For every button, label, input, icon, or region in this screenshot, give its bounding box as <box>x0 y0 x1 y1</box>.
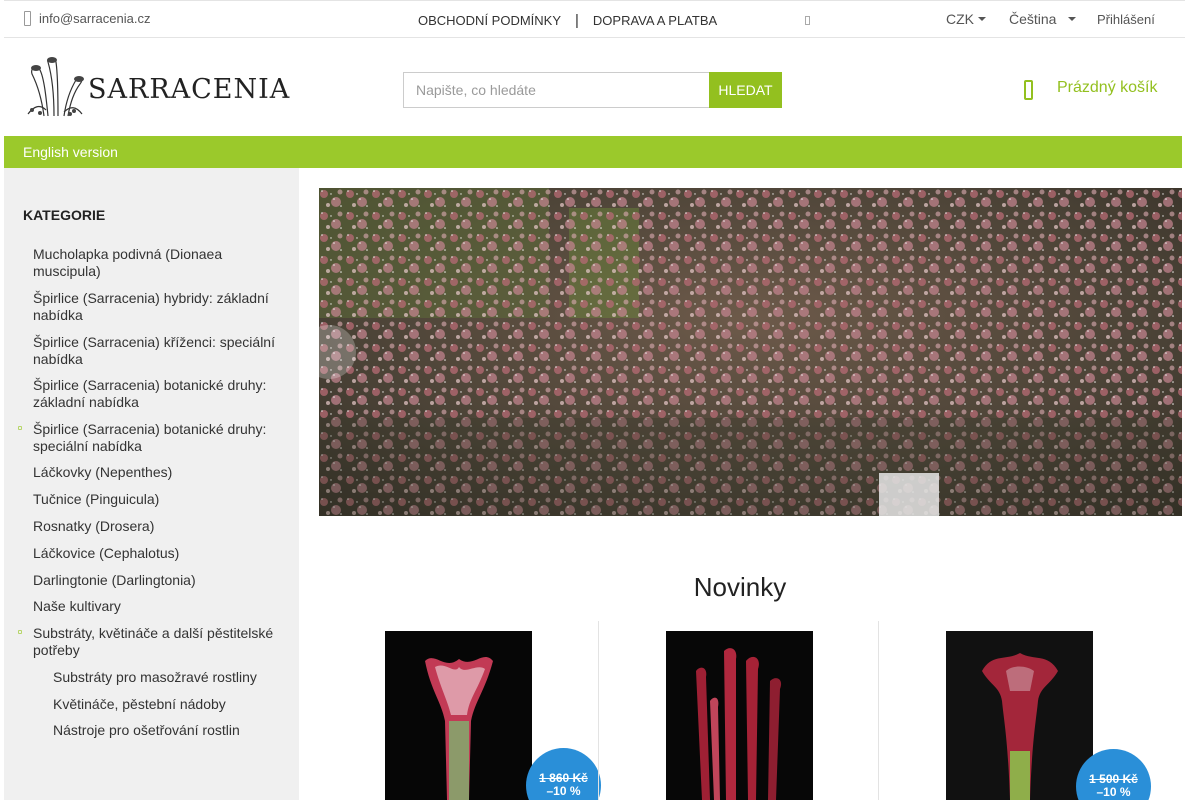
cart-link[interactable]: Prázdný košík <box>1024 79 1158 100</box>
subcategory-item[interactable]: Substráty pro masožravé rostliny <box>53 669 303 686</box>
brand-name: SARRACENIA <box>88 73 291 105</box>
slider-prev-button[interactable] <box>302 325 356 379</box>
language-bar: English version <box>4 136 1182 168</box>
category-item[interactable]: Láčkovky (Nepenthes) <box>33 464 283 481</box>
category-heading: KATEGORIE <box>23 207 106 223</box>
shipping-link[interactable]: DOPRAVA A PLATBA <box>593 13 717 28</box>
discount-badge: 1 860 Kč –10 % <box>526 748 601 800</box>
category-item[interactable]: Špirlice (Sarracenia) botanické druhy: s… <box>33 421 283 455</box>
language-dropdown[interactable]: Čeština <box>1009 11 1077 27</box>
email-text: info@sarracenia.cz <box>39 11 151 26</box>
top-bar: info@sarracenia.cz OBCHODNÍ PODMÍNKY | D… <box>4 0 1185 38</box>
category-item[interactable]: Darlingtonie (Darlingtonia) <box>33 572 283 589</box>
english-version-link[interactable]: English version <box>23 144 118 160</box>
product-card[interactable]: 1 860 Kč –10 % <box>318 621 601 800</box>
contact-icon[interactable] <box>805 16 810 25</box>
logo[interactable]: SARRACENIA <box>24 55 296 119</box>
expand-marker-icon <box>18 426 22 430</box>
category-item[interactable]: Rosnatky (Drosera) <box>33 518 283 535</box>
login-link[interactable]: Přihlášení <box>1097 12 1155 27</box>
language-value: Čeština <box>1009 11 1057 27</box>
chevron-down-icon <box>978 17 986 21</box>
currency-value: CZK <box>946 11 974 27</box>
pitcher-plant-logo-icon <box>27 57 84 117</box>
page: info@sarracenia.cz OBCHODNÍ PODMÍNKY | D… <box>0 0 1200 800</box>
search-form: HLEDAT <box>403 72 782 108</box>
cart-icon <box>1024 80 1033 100</box>
subcategory-item[interactable]: Nástroje pro ošetřování rostlin <box>53 722 303 739</box>
category-item[interactable]: Naše kultivary <box>33 598 283 615</box>
phone-icon <box>24 11 31 26</box>
category-sidebar: KATEGORIE Mucholapka podivná (Dionaea mu… <box>4 168 299 800</box>
sundew-photo <box>319 188 1182 516</box>
product-image[interactable] <box>666 631 813 800</box>
search-button[interactable]: HLEDAT <box>709 72 782 108</box>
pitcher-photo <box>946 631 1093 800</box>
search-input[interactable] <box>403 72 709 108</box>
category-item[interactable]: Substráty, květináče a další pěstitelské… <box>33 625 283 659</box>
link-separator: | <box>575 11 579 29</box>
pitcher-photo <box>666 631 813 800</box>
currency-dropdown[interactable]: CZK <box>946 11 986 27</box>
terms-link[interactable]: OBCHODNÍ PODMÍNKY <box>418 13 561 28</box>
category-item[interactable]: Tučnice (Pinguicula) <box>33 491 283 508</box>
cart-label: Prázdný košík <box>1057 79 1158 96</box>
pitcher-photo <box>385 631 532 800</box>
product-image[interactable] <box>946 631 1093 800</box>
expand-marker-icon <box>18 630 22 634</box>
category-item[interactable]: Špirlice (Sarracenia) botanické druhy: z… <box>33 377 283 411</box>
subcategory-item[interactable]: Květináče, pěstební nádoby <box>53 696 303 713</box>
category-item[interactable]: Láčkovice (Cephalotus) <box>33 545 283 562</box>
hero-banner[interactable] <box>319 188 1182 516</box>
product-card[interactable]: 1 500 Kč –10 % <box>879 621 1160 800</box>
category-item[interactable]: Mucholapka podivná (Dionaea muscipula) <box>33 246 283 280</box>
discount-value: –10 % <box>1096 785 1131 799</box>
news-heading: Novinky <box>693 572 787 602</box>
category-item[interactable]: Špirlice (Sarracenia) hybridy: základní … <box>33 290 283 324</box>
top-links: OBCHODNÍ PODMÍNKY | DOPRAVA A PLATBA <box>418 11 717 29</box>
chevron-down-icon <box>1068 17 1077 21</box>
product-image[interactable] <box>385 631 532 800</box>
product-card[interactable] <box>598 621 879 800</box>
email-link[interactable]: info@sarracenia.cz <box>24 11 150 26</box>
discount-value: –10 % <box>546 784 581 798</box>
category-item[interactable]: Špirlice (Sarracenia) kříženci: speciáln… <box>33 334 283 368</box>
